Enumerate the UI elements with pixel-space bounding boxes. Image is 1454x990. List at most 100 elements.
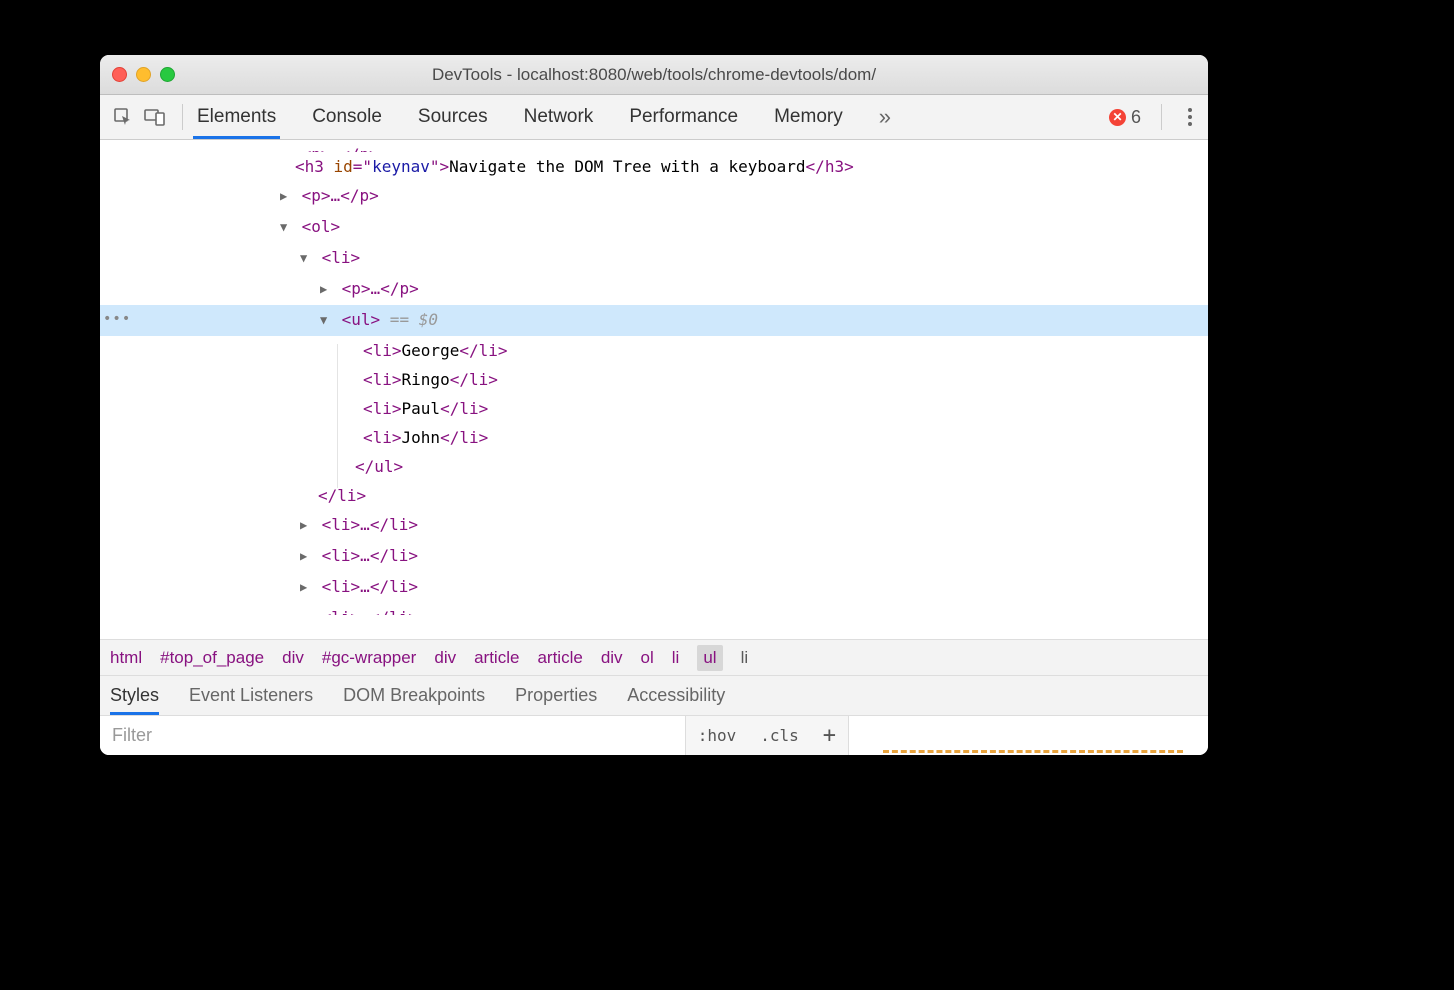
subtab-breakpoints[interactable]: DOM Breakpoints — [343, 676, 485, 715]
tag: <li> — [322, 248, 361, 267]
styles-filter-input[interactable] — [100, 716, 685, 755]
attr-value: keynav — [372, 157, 430, 176]
text-node: John — [402, 428, 441, 447]
text-node: Ringo — [402, 370, 450, 389]
crumb-div2[interactable]: div — [434, 648, 456, 668]
tag: <h3 — [295, 157, 334, 176]
dom-row-item[interactable]: <li>John</li> — [100, 423, 1208, 452]
tab-memory[interactable]: Memory — [774, 95, 843, 139]
crumb-article[interactable]: article — [474, 648, 519, 668]
tag: <p> — [302, 186, 331, 205]
device-toggle-icon[interactable] — [142, 104, 168, 130]
dom-row-li-c[interactable]: ▶ <li>…</li> — [100, 541, 1208, 572]
tab-console[interactable]: Console — [312, 95, 382, 139]
ellipsis: … — [331, 145, 341, 152]
dom-row-li-c[interactable]: ▶ <li>…</li> — [100, 510, 1208, 541]
subtab-listeners[interactable]: Event Listeners — [189, 676, 313, 715]
tab-elements[interactable]: Elements — [197, 95, 276, 139]
text-node: George — [402, 341, 460, 360]
crumb-ul-selected[interactable]: ul — [697, 645, 722, 671]
tab-network[interactable]: Network — [524, 95, 594, 139]
crumb-html[interactable]: html — [110, 648, 142, 668]
tag: <ol> — [302, 217, 341, 236]
dom-tree[interactable]: ▶ <p>…</p> <h3 id="keynav">Navigate the … — [100, 140, 1208, 639]
breadcrumbs: html #top_of_page div #gc-wrapper div ar… — [100, 639, 1208, 675]
inspect-icon[interactable] — [110, 104, 136, 130]
devtools-window: DevTools - localhost:8080/web/tools/chro… — [100, 55, 1208, 755]
filter-tools: :hov .cls + — [685, 716, 848, 755]
crumb-li2[interactable]: li — [741, 648, 749, 668]
titlebar: DevTools - localhost:8080/web/tools/chro… — [100, 55, 1208, 95]
new-rule-button[interactable]: + — [811, 716, 848, 755]
box-model-edge — [883, 750, 1183, 753]
tag: <li> — [363, 428, 402, 447]
crumb-div[interactable]: div — [282, 648, 304, 668]
subtab-accessibility[interactable]: Accessibility — [627, 676, 725, 715]
panel-tabs: Elements Console Sources Network Perform… — [197, 95, 1103, 139]
subtab-properties[interactable]: Properties — [515, 676, 597, 715]
error-icon: ✕ — [1109, 109, 1126, 126]
dom-row-ul-close[interactable]: </ul> — [100, 452, 1208, 481]
tab-performance[interactable]: Performance — [629, 95, 738, 139]
tag: </li> — [450, 370, 498, 389]
crumb-li[interactable]: li — [672, 648, 680, 668]
crumb-ol[interactable]: ol — [641, 648, 654, 668]
styles-filter-bar: :hov .cls + — [100, 715, 1208, 755]
tag: </p> — [340, 145, 379, 152]
tab-sources[interactable]: Sources — [418, 95, 488, 139]
subtab-styles[interactable]: Styles — [110, 676, 159, 715]
gutter-menu-icon[interactable]: ••• — [103, 305, 131, 334]
tag: </h3> — [806, 157, 854, 176]
text-node: Paul — [402, 399, 441, 418]
minimize-window-button[interactable] — [136, 67, 151, 82]
error-count: 6 — [1131, 107, 1141, 128]
tree-guide-line — [337, 344, 338, 488]
main-toolbar: Elements Console Sources Network Perform… — [100, 95, 1208, 140]
crumb-article2[interactable]: article — [537, 648, 582, 668]
tabs-overflow[interactable]: » — [879, 95, 891, 139]
tag: =" — [353, 157, 372, 176]
dom-row-li[interactable]: ▼ <li> — [100, 243, 1208, 274]
console-ref: == $0 — [380, 310, 438, 329]
dom-row-p[interactable]: ▶ <p>…</p> — [100, 181, 1208, 212]
crumb-gc[interactable]: #gc-wrapper — [322, 648, 417, 668]
dom-row-li-c[interactable]: ▶ <li>…</li> — [100, 572, 1208, 603]
styles-subtabs: Styles Event Listeners DOM Breakpoints P… — [100, 675, 1208, 715]
text-node: Navigate the DOM Tree with a keyboard — [449, 157, 805, 176]
tag: </li> — [440, 428, 488, 447]
close-window-button[interactable] — [112, 67, 127, 82]
dom-row-item[interactable]: <li>Ringo</li> — [100, 365, 1208, 394]
dom-row-selected-ul[interactable]: •••▼ <ul> == $0 — [100, 305, 1208, 336]
tag: </li> — [440, 399, 488, 418]
zoom-window-button[interactable] — [160, 67, 175, 82]
error-badge[interactable]: ✕ 6 — [1109, 107, 1141, 128]
attr-name: id — [334, 157, 353, 176]
dom-row-li-close[interactable]: </li> — [100, 481, 1208, 510]
tag: <li> — [363, 370, 402, 389]
tag: <p> — [302, 145, 331, 152]
tag: <li> — [363, 341, 402, 360]
tag: </li> — [318, 486, 366, 505]
window-controls — [112, 67, 175, 82]
crumb-div3[interactable]: div — [601, 648, 623, 668]
dom-row-ol[interactable]: ▼ <ol> — [100, 212, 1208, 243]
crumb-top[interactable]: #top_of_page — [160, 648, 264, 668]
dom-row-h3[interactable]: <h3 id="keynav">Navigate the DOM Tree wi… — [100, 152, 1208, 181]
tag: <ul> — [342, 310, 381, 329]
kebab-menu-icon[interactable] — [1182, 108, 1198, 126]
separator — [1161, 104, 1162, 130]
dom-row-li-c[interactable]: ▶ <li>…</li> — [100, 603, 1208, 615]
window-title: DevTools - localhost:8080/web/tools/chro… — [100, 65, 1208, 85]
toolbar-right: ✕ 6 — [1109, 104, 1198, 130]
tag: <li> — [363, 399, 402, 418]
tag: </li> — [459, 341, 507, 360]
dom-row-item[interactable]: <li>George</li> — [100, 336, 1208, 365]
cls-button[interactable]: .cls — [748, 716, 811, 755]
separator — [182, 104, 183, 130]
hov-button[interactable]: :hov — [686, 716, 749, 755]
dom-row-cut[interactable]: ▶ <p>…</p> — [100, 140, 1208, 152]
styles-side-box — [848, 716, 1208, 755]
dom-row-item[interactable]: <li>Paul</li> — [100, 394, 1208, 423]
tag: "> — [430, 157, 449, 176]
dom-row-p2[interactable]: ▶ <p>…</p> — [100, 274, 1208, 305]
